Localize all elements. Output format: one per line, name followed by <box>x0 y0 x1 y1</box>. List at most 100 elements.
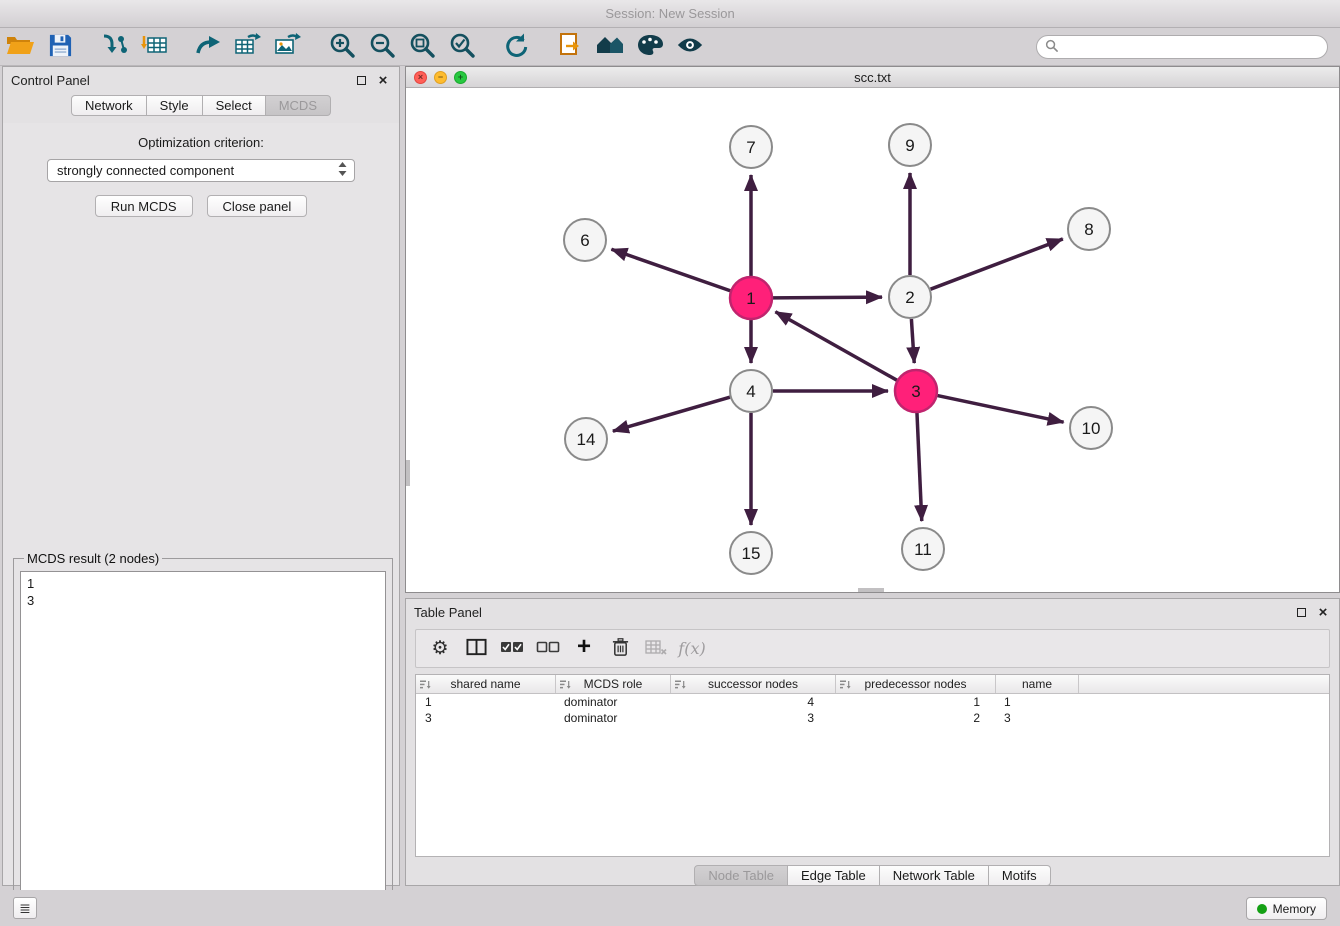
column-header-successor-nodes[interactable]: successor nodes <box>671 675 836 693</box>
tab-mcds[interactable]: MCDS <box>266 95 331 116</box>
close-panel-action-button[interactable]: Close panel <box>207 195 308 217</box>
edge-3-10[interactable] <box>938 396 1064 423</box>
clipboard-button[interactable] <box>550 30 590 64</box>
column-header-shared-name[interactable]: shared name <box>416 675 556 693</box>
zoom-selected-button[interactable] <box>442 30 482 64</box>
search-input[interactable] <box>1063 40 1319 54</box>
node-9[interactable]: 9 <box>889 124 931 166</box>
edge-2-3[interactable] <box>911 319 914 363</box>
node-10[interactable]: 10 <box>1070 407 1112 449</box>
node-label: 7 <box>746 138 755 157</box>
node-14[interactable]: 14 <box>565 418 607 460</box>
cell-mcds-role: dominator <box>556 695 671 709</box>
eye-icon <box>676 35 704 58</box>
column-header-name[interactable]: name <box>996 675 1079 693</box>
edge-2-8[interactable] <box>931 239 1063 289</box>
import-network-button[interactable] <box>94 30 134 64</box>
zoom-fit-button[interactable] <box>402 30 442 64</box>
node-label: 8 <box>1084 220 1093 239</box>
style-button[interactable] <box>630 30 670 64</box>
export-image-button[interactable] <box>268 30 308 64</box>
edge-3-11[interactable] <box>917 413 922 521</box>
float-panel-button[interactable] <box>353 72 369 88</box>
cell-predecessor-nodes: 2 <box>836 711 996 725</box>
apply-layout-button[interactable] <box>496 30 536 64</box>
close-icon: × <box>1319 605 1328 620</box>
node-2[interactable]: 2 <box>889 276 931 318</box>
paint-palette-icon <box>636 33 664 60</box>
tab-network-table[interactable]: Network Table <box>880 865 989 886</box>
edge-4-14[interactable] <box>613 397 730 431</box>
import-table-button[interactable] <box>134 30 174 64</box>
network-view-window: × − + scc.txt 7 9 6 8 1 2 4 3 14 10 15 11 <box>405 66 1340 593</box>
tab-edge-table[interactable]: Edge Table <box>788 865 880 886</box>
close-window-button[interactable]: × <box>414 71 427 84</box>
zoom-out-button[interactable] <box>362 30 402 64</box>
column-header-mcds-role[interactable]: MCDS role <box>556 675 671 693</box>
zoom-selected-icon <box>448 31 476 62</box>
select-all-button[interactable] <box>496 634 528 664</box>
edge-3-1[interactable] <box>775 312 896 380</box>
optimization-criterion-dropdown[interactable]: strongly connected component <box>47 159 355 182</box>
document-share-icon <box>557 32 583 62</box>
show-columns-button[interactable] <box>460 634 492 664</box>
task-history-button[interactable]: ≣ <box>13 897 37 919</box>
node-11[interactable]: 11 <box>902 528 944 570</box>
node-7[interactable]: 7 <box>730 126 772 168</box>
function-builder-button[interactable]: f(x) <box>676 634 708 664</box>
add-column-button[interactable]: + <box>568 634 600 664</box>
open-session-button[interactable] <box>0 30 40 64</box>
deselect-all-button[interactable] <box>532 634 564 664</box>
zoom-window-button[interactable]: + <box>454 71 467 84</box>
dropdown-selected-value: strongly connected component <box>57 163 337 178</box>
mcds-result-group: MCDS result (2 nodes) 1 3 <box>13 551 393 926</box>
float-table-panel-button[interactable] <box>1293 604 1309 620</box>
cell-successor-nodes: 3 <box>671 711 836 725</box>
node-3[interactable]: 3 <box>895 370 937 412</box>
export-table-button[interactable] <box>228 30 268 64</box>
node-15[interactable]: 15 <box>730 532 772 574</box>
refresh-icon <box>502 32 530 61</box>
tab-motifs[interactable]: Motifs <box>989 865 1051 886</box>
cell-name: 1 <box>996 695 1079 709</box>
tab-network[interactable]: Network <box>71 95 147 116</box>
close-panel-button[interactable]: × <box>375 72 391 88</box>
table-settings-button[interactable]: ⚙ <box>424 634 456 664</box>
minimize-window-button[interactable]: − <box>434 71 447 84</box>
export-network-button[interactable] <box>188 30 228 64</box>
window-titlebar: Session: New Session <box>0 0 1340 28</box>
vertical-scrollbar-handle[interactable] <box>406 460 410 486</box>
memory-button[interactable]: Memory <box>1246 897 1327 920</box>
network-canvas[interactable]: 7 9 6 8 1 2 4 3 14 10 15 11 <box>406 88 1339 592</box>
horizontal-scrollbar-handle[interactable] <box>858 588 884 592</box>
delete-table-icon <box>645 639 667 659</box>
delete-table-button[interactable] <box>640 634 672 664</box>
network-window-titlebar[interactable]: × − + scc.txt <box>406 67 1339 88</box>
node-1[interactable]: 1 <box>730 277 772 319</box>
tab-node-table[interactable]: Node Table <box>694 865 788 886</box>
close-table-panel-button[interactable]: × <box>1315 604 1331 620</box>
save-session-button[interactable] <box>40 30 80 64</box>
home-button[interactable] <box>590 30 630 64</box>
show-hide-button[interactable] <box>670 30 710 64</box>
memory-label: Memory <box>1273 902 1316 916</box>
delete-column-button[interactable] <box>604 634 636 664</box>
node-6[interactable]: 6 <box>564 219 606 261</box>
edge-1-6[interactable] <box>611 249 730 291</box>
mcds-result-list[interactable]: 1 3 <box>20 571 386 920</box>
tab-style[interactable]: Style <box>147 95 203 116</box>
node-8[interactable]: 8 <box>1068 208 1110 250</box>
toolbar-search-field[interactable] <box>1036 35 1328 59</box>
table-row[interactable]: 1 dominator 4 1 1 <box>416 694 1329 710</box>
column-header-predecessor-nodes[interactable]: predecessor nodes <box>836 675 996 693</box>
table-row[interactable]: 3 dominator 3 2 3 <box>416 710 1329 726</box>
save-disk-icon <box>48 33 73 61</box>
zoom-in-button[interactable] <box>322 30 362 64</box>
edge-1-2[interactable] <box>773 297 882 298</box>
result-line: 3 <box>27 592 379 609</box>
run-mcds-button[interactable]: Run MCDS <box>95 195 193 217</box>
fx-icon: f(x) <box>678 639 705 658</box>
node-4[interactable]: 4 <box>730 370 772 412</box>
mcds-result-title: MCDS result (2 nodes) <box>24 551 162 566</box>
tab-select[interactable]: Select <box>203 95 266 116</box>
